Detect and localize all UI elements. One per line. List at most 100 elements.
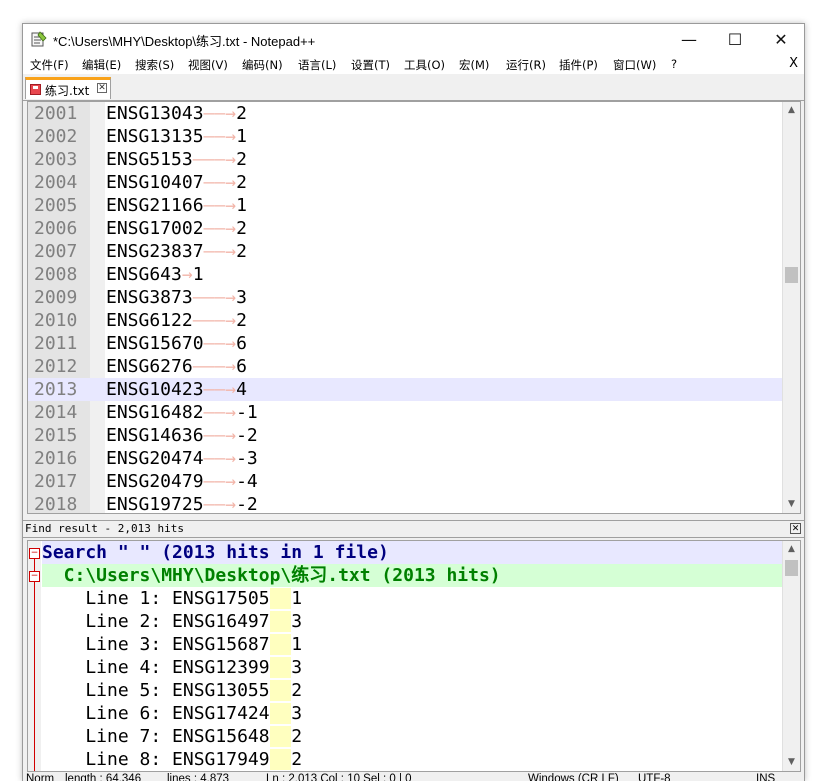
gene-id: ENSG17002 — [106, 218, 204, 239]
line-content: ENSG5153———→2 — [106, 148, 247, 171]
find-results-panel[interactable]: − − Search " " (2013 hits in 1 file) C:\… — [27, 540, 801, 772]
gene-id: ENSG6122 — [106, 310, 193, 331]
editor-line[interactable]: 2008 ENSG643→1 — [28, 263, 782, 286]
gene-value: 2 — [236, 103, 247, 124]
gene-id: ENSG20479 — [106, 471, 204, 492]
gene-id: ENSG5153 — [106, 149, 193, 170]
editor-line[interactable]: 2001 ENSG13043——→2 — [28, 102, 782, 125]
editor-line[interactable]: 2003 ENSG5153———→2 — [28, 148, 782, 171]
file-summary-line[interactable]: C:\Users\MHY\Desktop\练习.txt (2013 hits) — [42, 564, 783, 587]
hit-gene-id: ENSG13055 — [172, 680, 270, 701]
minimize-button[interactable]: — — [666, 24, 712, 54]
menu-search[interactable]: 搜索(S) — [135, 57, 174, 73]
scroll-down-icon[interactable]: ▼ — [783, 754, 800, 771]
maximize-button[interactable]: ☐ — [712, 24, 758, 54]
gene-value: -3 — [236, 448, 258, 469]
gene-id: ENSG6276 — [106, 356, 193, 377]
editor-line[interactable]: 2012 ENSG6276———→6 — [28, 355, 782, 378]
editor-line[interactable]: 2013 ENSG10423——→4 — [28, 378, 782, 401]
gene-value: -2 — [236, 425, 258, 446]
line-content: ENSG643→1 — [106, 263, 204, 286]
fold-collapse-icon[interactable]: − — [29, 571, 40, 582]
scroll-thumb[interactable] — [785, 560, 798, 576]
scroll-thumb[interactable] — [785, 267, 798, 283]
menu-view[interactable]: 视图(V) — [188, 57, 228, 73]
tab-arrow: ———→ — [192, 287, 237, 308]
editor-line[interactable]: 2004 ENSG10407——→2 — [28, 171, 782, 194]
editor-line[interactable]: 2002 ENSG13135——→1 — [28, 125, 782, 148]
hit-value: 2 — [291, 726, 303, 747]
line-number: 2011 — [34, 333, 78, 354]
editor-line[interactable]: 2018 ENSG19725——→-2 — [28, 493, 782, 514]
scroll-down-icon[interactable]: ▼ — [783, 496, 800, 513]
hit-prefix: Line 6: — [42, 703, 173, 724]
line-number: 2009 — [34, 287, 78, 308]
editor-line[interactable]: 2006 ENSG17002——→2 — [28, 217, 782, 240]
menu-file[interactable]: 文件(F) — [30, 57, 69, 73]
editor-line[interactable]: 2007 ENSG23837——→2 — [28, 240, 782, 263]
hit-prefix: Line 1: — [42, 588, 173, 609]
menu-encoding[interactable]: 编码(N) — [242, 57, 283, 73]
search-summary-line[interactable]: Search " " (2013 hits in 1 file) — [42, 541, 783, 564]
gene-value: 2 — [236, 241, 247, 262]
find-hit-line[interactable]: Line 3: ENSG15687 1 — [42, 633, 783, 656]
close-button[interactable]: ✕ — [758, 24, 804, 54]
line-content: ENSG13135——→1 — [106, 125, 247, 148]
find-hit-line[interactable]: Line 7: ENSG15648 2 — [42, 725, 783, 748]
find-hit-line[interactable]: Line 8: ENSG17949 2 — [42, 748, 783, 771]
editor-line[interactable]: 2014 ENSG16482——→-1 — [28, 401, 782, 424]
menu-plugins[interactable]: 插件(P) — [559, 57, 598, 73]
tab-arrow: ——→ — [203, 425, 237, 446]
editor-line[interactable]: 2017 ENSG20479——→-4 — [28, 470, 782, 493]
menu-settings[interactable]: 设置(T) — [351, 57, 390, 73]
menu-tools[interactable]: 工具(O) — [404, 57, 445, 73]
tab-file[interactable]: 练习.txt ✕ — [25, 77, 111, 99]
menu-help[interactable]: ? — [671, 57, 677, 71]
hit-gene-id: ENSG17424 — [172, 703, 270, 724]
find-hit-line[interactable]: Line 5: ENSG13055 2 — [42, 679, 783, 702]
editor-vertical-scrollbar[interactable]: ▲ ▼ — [782, 102, 800, 513]
editor-line[interactable]: 2005 ENSG21166——→1 — [28, 194, 782, 217]
notepad-window: *C:\Users\MHY\Desktop\练习.txt - Notepad++… — [22, 23, 805, 781]
tab-close-icon[interactable]: ✕ — [97, 83, 107, 93]
line-content: ENSG21166——→1 — [106, 194, 247, 217]
fold-collapse-icon[interactable]: − — [29, 548, 40, 559]
hit-prefix: Line 2: — [42, 611, 173, 632]
doc-close-button[interactable]: X — [789, 56, 798, 71]
hit-value: 3 — [291, 703, 303, 724]
hit-prefix: Line 5: — [42, 680, 173, 701]
tab-arrow: ——→ — [203, 402, 237, 423]
title-bar[interactable]: *C:\Users\MHY\Desktop\练习.txt - Notepad++… — [23, 24, 804, 54]
editor-area[interactable]: 2001 ENSG13043——→2 2002 ENSG13135——→1 2003 EN… — [27, 101, 801, 514]
gene-id: ENSG23837 — [106, 241, 204, 262]
find-hit-line[interactable]: Line 6: ENSG17424 3 — [42, 702, 783, 725]
gene-id: ENSG10423 — [106, 379, 204, 400]
editor-line[interactable]: 2016 ENSG20474——→-3 — [28, 447, 782, 470]
find-hit-line[interactable]: Line 2: ENSG16497 3 — [42, 610, 783, 633]
editor-line[interactable]: 2010 ENSG6122———→2 — [28, 309, 782, 332]
scroll-up-icon[interactable]: ▲ — [783, 541, 800, 558]
editor-line[interactable]: 2009 ENSG3873———→3 — [28, 286, 782, 309]
menu-run[interactable]: 运行(R) — [506, 57, 546, 73]
find-result-header: Find result - 2,013 hits ✕ — [23, 520, 804, 538]
gene-value: 4 — [236, 379, 247, 400]
line-number: 2005 — [34, 195, 78, 216]
tab-arrow: ——→ — [203, 172, 237, 193]
menu-macro[interactable]: 宏(M) — [459, 57, 489, 73]
line-number: 2004 — [34, 172, 78, 193]
find-hit-line[interactable]: Line 4: ENSG12399 3 — [42, 656, 783, 679]
menu-window[interactable]: 窗口(W) — [613, 57, 656, 73]
editor-line[interactable]: 2011 ENSG15670——→6 — [28, 332, 782, 355]
gene-value: 6 — [236, 356, 247, 377]
find-hit-line[interactable]: Line 1: ENSG17505 1 — [42, 587, 783, 610]
tab-arrow: ——→ — [203, 494, 237, 514]
menu-language[interactable]: 语言(L) — [298, 57, 336, 73]
menu-edit[interactable]: 编辑(E) — [82, 57, 121, 73]
scroll-up-icon[interactable]: ▲ — [783, 102, 800, 119]
find-vertical-scrollbar[interactable]: ▲ ▼ — [782, 541, 800, 771]
find-panel-close-icon[interactable]: ✕ — [790, 523, 801, 534]
hit-prefix: Line 3: — [42, 634, 173, 655]
line-number: 2018 — [34, 494, 78, 514]
editor-line[interactable]: 2015 ENSG14636——→-2 — [28, 424, 782, 447]
gene-id: ENSG14636 — [106, 425, 204, 446]
